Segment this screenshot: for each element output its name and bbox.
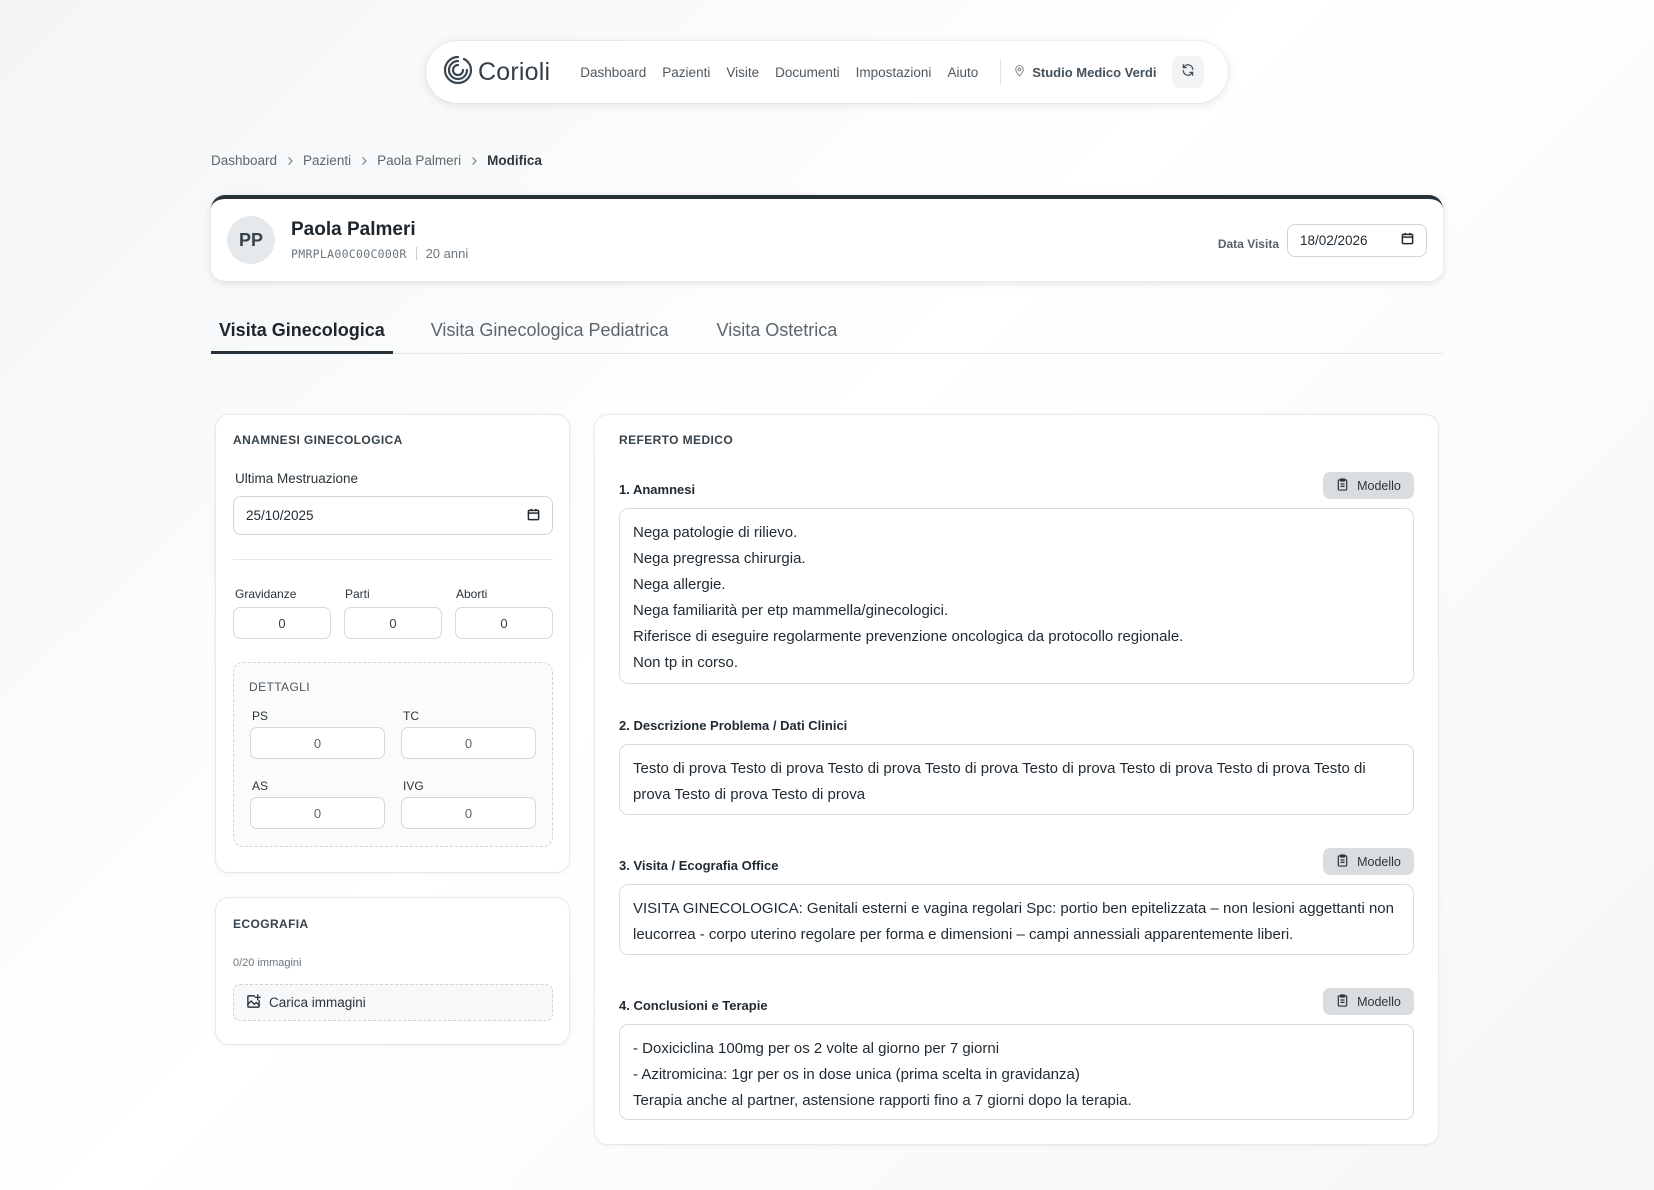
nav-link-dashboard[interactable]: Dashboard (580, 65, 646, 80)
conclusioni-model-button[interactable]: Modello (1323, 988, 1414, 1015)
visita-model-button[interactable]: Modello (1323, 848, 1414, 875)
breadcrumb-current: Modifica (487, 153, 542, 168)
fiscal-code: PMRPLA00C00C000R (291, 246, 407, 261)
image-upload-icon (246, 993, 261, 1012)
gravidanze-input[interactable]: 0 (233, 607, 331, 639)
dettagli-panel: DETTAGLI PS TC 0 0 AS IVG 0 0 (233, 662, 553, 847)
top-navbar: Corioli Dashboard Pazienti Visite Docume… (426, 41, 1228, 103)
tc-input[interactable]: 0 (401, 727, 536, 759)
meta-divider (415, 247, 417, 260)
model-button-label: Modello (1357, 478, 1401, 493)
visita-textarea[interactable]: VISITA GINECOLOGICA: Genitali esterni e … (619, 884, 1414, 955)
descrizione-textarea[interactable]: Testo di prova Testo di prova Testo di p… (619, 744, 1414, 815)
conclusioni-textarea[interactable]: - Doxiciclina 100mg per os 2 volte al gi… (619, 1024, 1414, 1120)
clipboard-icon (1336, 853, 1349, 870)
anamnesi-model-button[interactable]: Modello (1323, 472, 1414, 499)
last-period-value: 25/10/2025 (246, 508, 314, 523)
clipboard-icon (1336, 993, 1349, 1010)
dettagli-title: DETTAGLI (249, 680, 310, 694)
patient-name: Paola Palmeri (291, 219, 416, 240)
referto-title: REFERTO MEDICO (619, 433, 734, 447)
ps-label: PS (252, 709, 269, 723)
visit-type-tabs: Visita Ginecologica Visita Ginecologica … (211, 310, 1443, 354)
studio-name: Studio Medico Verdi (1032, 64, 1157, 80)
patient-age: 20 anni (425, 246, 469, 261)
descrizione-section-title: 2. Descrizione Problema / Dati Clinici (619, 718, 848, 733)
refresh-button[interactable] (1172, 56, 1205, 88)
parti-input[interactable]: 0 (344, 607, 442, 639)
ivg-label: IVG (403, 779, 424, 793)
section-divider (233, 559, 553, 560)
tab-visita-ginecologica-pediatrica[interactable]: Visita Ginecologica Pediatrica (423, 310, 677, 354)
upload-images-label: Carica immagini (269, 995, 366, 1010)
chevron-right-icon (359, 156, 369, 166)
anamnesi-section-title: 1. Anamnesi (619, 482, 696, 497)
breadcrumb: Dashboard Pazienti Paola Palmeri Modific… (211, 153, 542, 168)
tab-visita-ostetrica[interactable]: Visita Ostetrica (709, 310, 846, 354)
chevron-right-icon (285, 156, 295, 166)
nav-link-pazienti[interactable]: Pazienti (662, 65, 710, 80)
visita-section-title: 3. Visita / Ecografia Office (619, 858, 779, 873)
refresh-icon (1181, 63, 1195, 82)
image-count: 0/20 immagini (233, 957, 302, 969)
aborti-label: Aborti (456, 587, 488, 601)
nav-link-documenti[interactable]: Documenti (775, 65, 840, 80)
anamnesi-card: ANAMNESI GINECOLOGICA Ultima Mestruazion… (215, 414, 570, 873)
studio-indicator: Studio Medico Verdi (1013, 64, 1156, 80)
anamnesi-textarea[interactable]: Nega patologie di rilievo. Nega pregress… (619, 508, 1414, 684)
as-label: AS (252, 779, 269, 793)
avatar: PP (227, 216, 275, 264)
model-button-label: Modello (1357, 854, 1401, 869)
tab-visita-ginecologica[interactable]: Visita Ginecologica (211, 310, 393, 354)
referto-card: REFERTO MEDICO 1. Anamnesi Modello Nega … (594, 414, 1439, 1145)
nav-link-impostazioni[interactable]: Impostazioni (856, 65, 932, 80)
tc-label: TC (403, 709, 419, 723)
nav-divider (1000, 59, 1002, 85)
ps-input[interactable]: 0 (250, 727, 385, 759)
map-pin-icon (1013, 64, 1026, 80)
brand-name: Corioli (478, 57, 551, 86)
conclusioni-section-title: 4. Conclusioni e Terapie (619, 998, 768, 1013)
swirl-logo-icon (442, 54, 474, 91)
breadcrumb-pazienti[interactable]: Pazienti (303, 153, 351, 168)
nav-link-visite[interactable]: Visite (726, 65, 759, 80)
brand-logo[interactable]: Corioli (442, 54, 550, 91)
ecografia-card: ECOGRAFIA 0/20 immagini Carica immagini (215, 897, 570, 1045)
aborti-input[interactable]: 0 (455, 607, 553, 639)
visit-date-value: 18/02/2026 (1300, 232, 1368, 248)
last-period-input[interactable]: 25/10/2025 (233, 496, 553, 535)
ecografia-title: ECOGRAFIA (233, 917, 309, 931)
as-input[interactable]: 0 (250, 797, 385, 829)
nav-link-aiuto[interactable]: Aiuto (947, 65, 978, 80)
parti-label: Parti (345, 587, 370, 601)
ivg-input[interactable]: 0 (401, 797, 536, 829)
chevron-right-icon (469, 156, 479, 166)
calendar-icon[interactable] (1401, 232, 1414, 248)
last-period-label: Ultima Mestruazione (235, 471, 359, 486)
patient-header-card: PP Paola Palmeri PMRPLA00C00C000R 20 ann… (211, 195, 1443, 281)
visit-date-label: Data Visita (1217, 237, 1279, 251)
clipboard-icon (1336, 477, 1349, 494)
upload-images-button[interactable]: Carica immagini (233, 984, 553, 1021)
breadcrumb-patient[interactable]: Paola Palmeri (377, 153, 461, 168)
breadcrumb-dashboard[interactable]: Dashboard (211, 153, 277, 168)
gravidanze-label: Gravidanze (235, 587, 297, 601)
anamnesi-title: ANAMNESI GINECOLOGICA (233, 433, 403, 447)
model-button-label: Modello (1357, 994, 1401, 1009)
visit-date-input[interactable]: 18/02/2026 (1287, 223, 1427, 257)
calendar-icon[interactable] (527, 508, 540, 524)
